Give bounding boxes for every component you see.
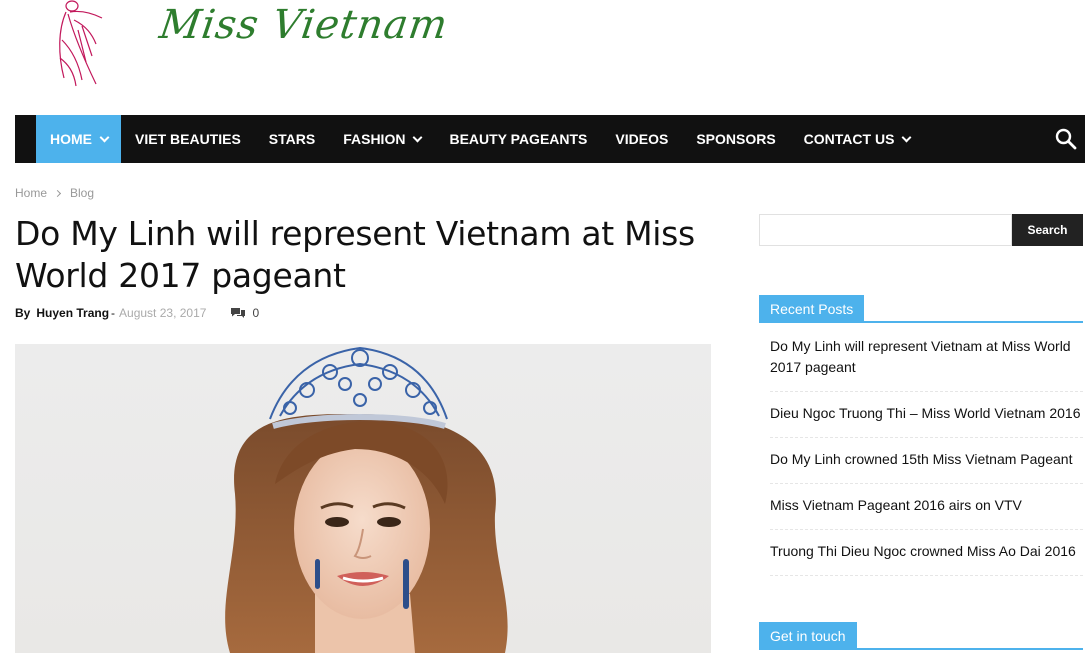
recent-posts-header: Recent Posts	[759, 295, 1083, 323]
nav-item-home[interactable]: HOME	[36, 115, 121, 163]
nav-item-label: BEAUTY PAGEANTS	[449, 131, 588, 147]
recent-post-link[interactable]: Do My Linh crowned 15th Miss Vietnam Pag…	[770, 449, 1083, 484]
logo-text: Miss Vietnam	[156, 2, 452, 48]
recent-posts-list: Do My Linh will represent Vietnam at Mis…	[770, 336, 1083, 587]
breadcrumb: Home Blog	[15, 186, 94, 200]
comment-icon	[231, 308, 246, 318]
post-date: August 23, 2017	[119, 306, 207, 320]
post-meta: By Huyen Trang - August 23, 2017 0	[15, 306, 259, 320]
nav-item-label: VIET BEAUTIES	[135, 131, 241, 147]
featured-image	[15, 344, 711, 653]
chevron-down-icon	[413, 132, 423, 142]
by-label: By	[15, 306, 31, 320]
nav-item-viet-beauties[interactable]: VIET BEAUTIES	[121, 115, 255, 163]
post-title: Do My Linh will represent Vietnam at Mis…	[15, 214, 695, 295]
nav-item-beauty-pageants[interactable]: BEAUTY PAGEANTS	[435, 115, 601, 163]
recent-post-link[interactable]: Do My Linh will represent Vietnam at Mis…	[770, 336, 1083, 392]
logo-figure-icon	[59, 0, 103, 87]
chevron-down-icon	[99, 132, 110, 142]
chevron-right-icon	[53, 189, 62, 197]
main-nav: HOME VIET BEAUTIES STARS FASHION BEAUTY PAGE…	[15, 115, 1085, 163]
featured-photo	[225, 346, 508, 653]
chevron-down-icon	[901, 132, 912, 142]
recent-post-link[interactable]: Miss Vietnam Pageant 2016 airs on VTV	[770, 495, 1083, 530]
nav-item-videos[interactable]: VIDEOS	[601, 115, 682, 163]
nav-item-label: CONTACT US	[803, 131, 895, 147]
nav-item-label: HOME	[50, 131, 92, 147]
nav-item-sponsors[interactable]: SPONSORS	[682, 115, 789, 163]
recent-post-link[interactable]: Truong Thi Dieu Ngoc crowned Miss Ao Dai…	[770, 541, 1083, 576]
nav-item-contact-us[interactable]: CONTACT US	[790, 115, 925, 163]
site-logo[interactable]: Miss Vietnam	[52, 0, 451, 92]
get-in-touch-header: Get in touch	[759, 622, 1083, 650]
nav-item-label: VIDEOS	[615, 131, 669, 147]
nav-item-label: FASHION	[343, 131, 406, 147]
meta-dash: -	[111, 306, 116, 320]
author-link[interactable]: Huyen Trang	[36, 306, 109, 320]
breadcrumb-home-link[interactable]: Home	[15, 186, 47, 200]
nav-item-fashion[interactable]: FASHION	[329, 115, 435, 163]
nav-item-label: SPONSORS	[696, 131, 776, 147]
get-in-touch-title: Get in touch	[759, 622, 857, 650]
search-button[interactable]: Search	[1012, 214, 1083, 246]
recent-posts-title: Recent Posts	[759, 295, 865, 323]
breadcrumb-blog-link[interactable]: Blog	[70, 186, 94, 200]
nav-item-stars[interactable]: STARS	[255, 115, 329, 163]
sidebar-search-input[interactable]	[759, 214, 1012, 246]
comment-count: 0	[252, 306, 260, 320]
nav-item-label: STARS	[268, 131, 316, 147]
search-icon[interactable]	[1055, 128, 1077, 150]
comments-link[interactable]: 0	[230, 306, 259, 320]
recent-post-link[interactable]: Dieu Ngoc Truong Thi – Miss World Vietna…	[770, 403, 1083, 438]
